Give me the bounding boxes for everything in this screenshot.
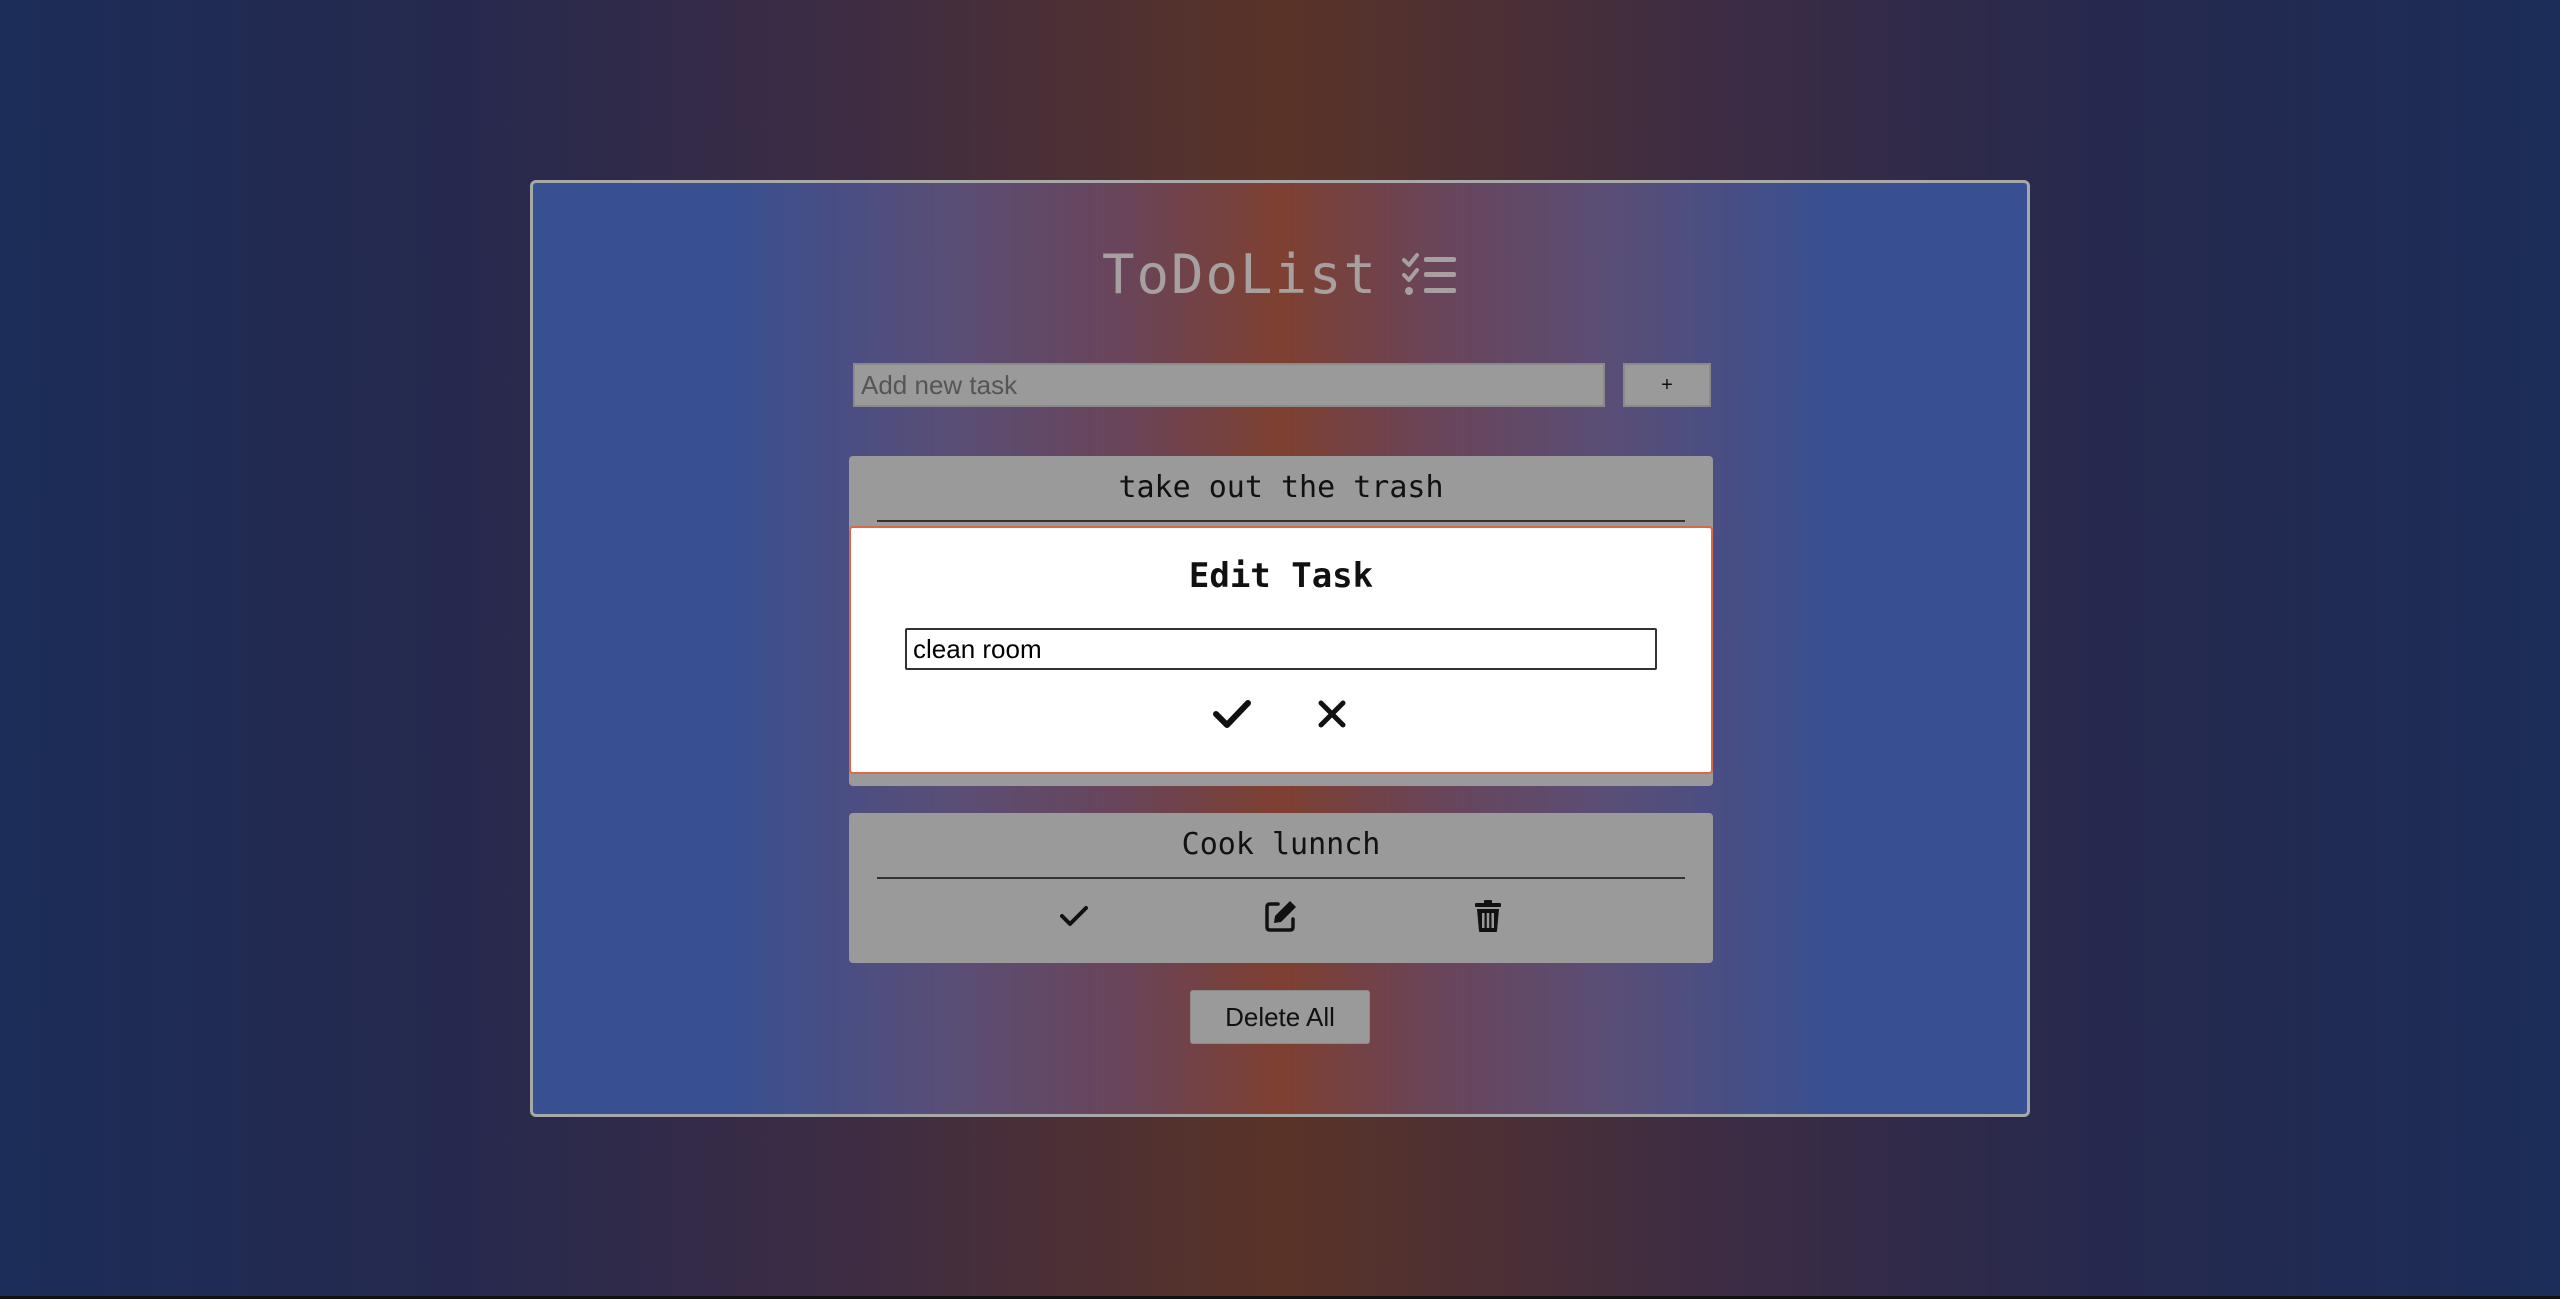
- trash-icon: [1474, 899, 1502, 937]
- edit-task-input[interactable]: [905, 628, 1657, 670]
- add-task-row: +: [853, 363, 1711, 409]
- app-title: ToDoList: [533, 243, 2027, 306]
- app-title-text: ToDoList: [1101, 243, 1379, 306]
- todo-app-card: ToDoList + take out the trash Cook lunnc…: [530, 180, 2030, 1117]
- delete-task-button[interactable]: [1463, 893, 1513, 943]
- task-text: take out the trash: [877, 470, 1685, 522]
- edit-icon: [1264, 899, 1298, 937]
- complete-task-button[interactable]: [1049, 893, 1099, 943]
- list-check-icon: [1402, 252, 1458, 298]
- add-task-button[interactable]: +: [1623, 363, 1711, 407]
- edit-task-modal: Edit Task: [849, 526, 1713, 774]
- check-icon: [1212, 698, 1252, 734]
- task-text: Cook lunnch: [877, 827, 1685, 879]
- delete-all-button[interactable]: Delete All: [1190, 990, 1370, 1044]
- task-item: Cook lunnch: [849, 813, 1713, 963]
- task-actions: [849, 893, 1713, 943]
- confirm-edit-button[interactable]: [1206, 690, 1258, 742]
- edit-task-button[interactable]: [1256, 893, 1306, 943]
- modal-title: Edit Task: [1188, 556, 1374, 596]
- cancel-edit-button[interactable]: [1306, 690, 1358, 742]
- check-icon: [1059, 904, 1089, 932]
- add-task-input[interactable]: [853, 363, 1605, 407]
- close-icon: [1317, 699, 1347, 733]
